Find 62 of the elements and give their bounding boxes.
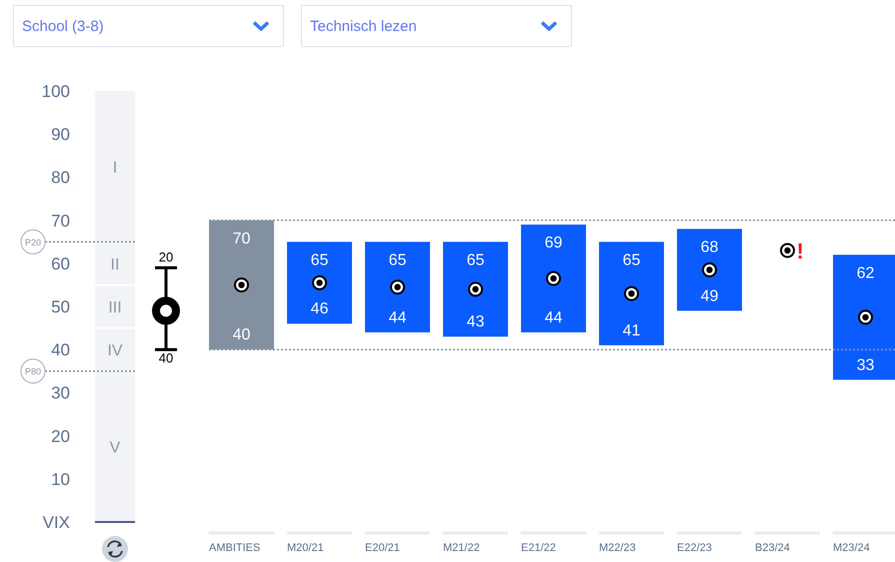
- caret-icon: [253, 21, 269, 31]
- score-dot: [312, 275, 327, 290]
- axis-label: 50: [51, 298, 70, 316]
- level-label: II: [110, 256, 120, 274]
- level-band: [95, 329, 135, 370]
- axis-label: 60: [51, 254, 70, 274]
- bar-value: 65: [622, 252, 640, 269]
- bar-value: 69: [544, 234, 562, 252]
- column-label: M21/22: [443, 542, 480, 554]
- dropdown[interactable]: School (3-8): [13, 5, 284, 47]
- column-label: AMBITIES: [209, 542, 260, 554]
- column-label: M20/21: [287, 542, 324, 554]
- score-dot: [234, 277, 249, 292]
- score-dot: [624, 286, 639, 302]
- bar-value: 43: [466, 314, 484, 331]
- bar-value: 70: [232, 230, 250, 248]
- bar-value: 41: [622, 322, 640, 340]
- level-label: IV: [107, 342, 123, 360]
- percentile-badge: P80: [20, 358, 46, 384]
- axis-label: VIX: [42, 513, 70, 532]
- column-label: E21/22: [521, 542, 556, 554]
- score-dot: [858, 310, 873, 325]
- axis-label: 10: [51, 470, 70, 489]
- axis-label: 80: [51, 168, 70, 188]
- level-band: [95, 242, 135, 284]
- warning-mark: !: [796, 238, 804, 264]
- column-label: B23/24: [755, 542, 790, 554]
- score-dot: [546, 270, 561, 286]
- axis-label: 100: [42, 82, 70, 101]
- column-label: E20/21: [365, 542, 400, 554]
- level-label: I: [112, 159, 118, 176]
- axis-label: 40: [51, 340, 70, 360]
- error-bar-label: 20: [158, 250, 174, 265]
- score-dot: [468, 282, 483, 297]
- column-label: M23/24: [833, 542, 870, 554]
- refresh-button[interactable]: [102, 536, 128, 562]
- score-dot: [780, 242, 795, 258]
- bar-value: 65: [388, 252, 406, 269]
- bar-value: 65: [466, 252, 484, 269]
- axis-label: 90: [51, 125, 70, 144]
- level-label: III: [108, 300, 122, 316]
- bar-value: 44: [388, 309, 406, 326]
- bar-value: 65: [310, 252, 328, 269]
- bar-value: 40: [232, 326, 250, 344]
- axis-label: 30: [51, 384, 70, 403]
- bar-value: 46: [310, 300, 328, 318]
- bar-value: 44: [544, 309, 562, 326]
- score-dot: [702, 262, 717, 278]
- bar-value: 33: [856, 356, 874, 374]
- dropdown[interactable]: Technisch lezen: [301, 5, 572, 47]
- bar-value: 62: [856, 264, 874, 282]
- score-dot: [390, 280, 405, 295]
- error-bar-label: 40: [158, 350, 174, 366]
- bar-value: 49: [700, 288, 718, 305]
- axis-label: 70: [51, 211, 70, 230]
- caret-icon: [541, 21, 557, 31]
- level-label: V: [110, 440, 120, 457]
- axis-label: 20: [51, 426, 70, 446]
- column-label: M22/23: [599, 542, 636, 554]
- bar-value: 68: [700, 238, 718, 256]
- percentile-badge: P20: [20, 229, 46, 254]
- column-label: E22/23: [677, 542, 712, 554]
